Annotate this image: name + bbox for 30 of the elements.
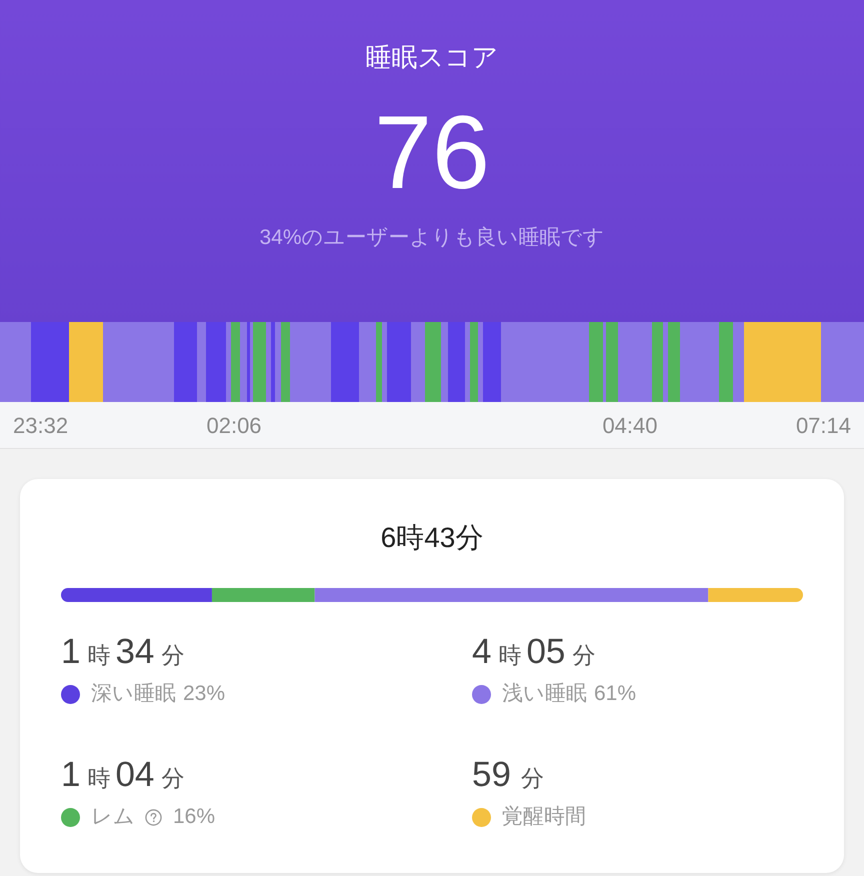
stage-percentage: 16%: [173, 804, 216, 830]
hours-unit: 時: [87, 641, 110, 670]
stage-label: レム: [91, 804, 135, 830]
minutes-unit: 分: [572, 641, 596, 670]
minutes-value: 05: [526, 632, 566, 672]
time-label: 02:06: [206, 412, 262, 440]
time-label: 04:40: [602, 412, 658, 440]
minutes-value: 34: [115, 632, 154, 672]
stage-percentage: 23%: [183, 681, 226, 707]
hours-unit: 時: [87, 764, 110, 793]
time-label: 07:14: [796, 412, 851, 440]
comparison-text: 34%のユーザーよりも良い睡眠です: [259, 225, 605, 251]
stage-label: 覚醒時間: [502, 804, 586, 830]
help-icon[interactable]: [145, 808, 162, 826]
hours-value: 1: [61, 632, 80, 672]
score-title: 睡眠スコア: [366, 41, 498, 74]
stage-percentage: 61%: [594, 681, 636, 707]
minutes-unit: 分: [161, 641, 184, 670]
stage-label: 深い睡眠: [91, 681, 176, 707]
hours-value: 1: [61, 755, 80, 795]
total-duration: 6時43分: [380, 522, 484, 553]
minutes-unit: 分: [520, 764, 544, 793]
minutes-value: 04: [115, 755, 154, 795]
minutes-value: 59: [472, 755, 511, 795]
sleep-score: 76: [374, 101, 490, 205]
stage-label: 浅い睡眠: [502, 681, 587, 707]
minutes-unit: 分: [161, 764, 184, 793]
time-label: 23:32: [13, 412, 68, 440]
hours-unit: 時: [498, 641, 522, 670]
hours-value: 4: [472, 632, 492, 672]
